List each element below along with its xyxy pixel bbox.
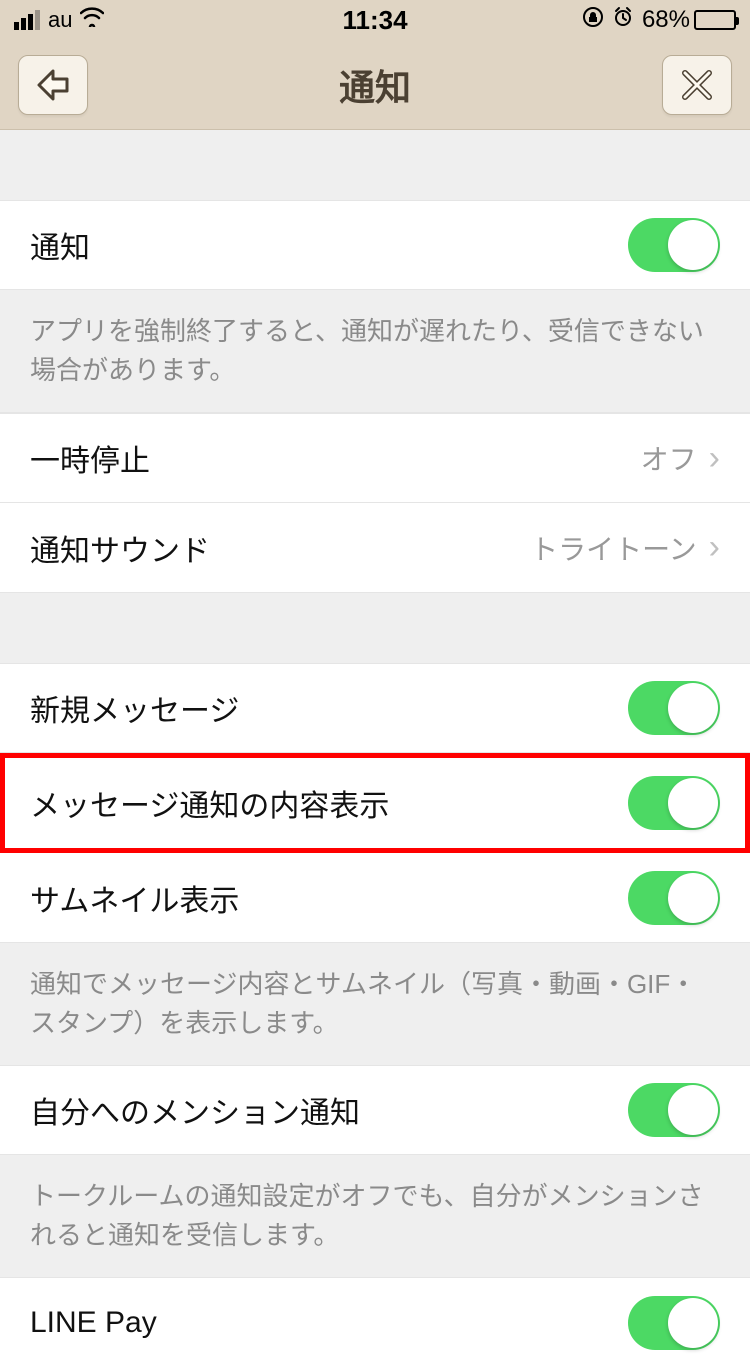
nav-bar: 通知: [0, 40, 750, 130]
toggle-new-message[interactable]: [628, 681, 720, 735]
row-label: 通知サウンド: [30, 526, 210, 570]
battery-percent: 68%: [642, 6, 690, 34]
notifications-footer: アプリを強制終了すると、通知が遅れたり、受信できない場合があります。: [0, 290, 750, 412]
toggle-thumbnail[interactable]: [628, 871, 720, 925]
chevron-right-icon: ›: [709, 528, 720, 567]
row-label: LINE Pay: [30, 1306, 157, 1340]
alarm-icon: [612, 6, 634, 34]
row-label: 新規メッセージ: [30, 686, 239, 730]
orientation-lock-icon: [582, 6, 604, 34]
chevron-right-icon: ›: [709, 439, 720, 478]
wifi-icon: [80, 7, 104, 33]
back-button[interactable]: [18, 55, 88, 115]
mention-footer: トークルームの通知設定がオフでも、自分がメンションされると通知を受信します。: [0, 1155, 750, 1277]
signal-icon: [14, 10, 40, 30]
toggle-content-preview[interactable]: [628, 776, 720, 830]
battery-icon: [694, 10, 736, 30]
row-sound[interactable]: 通知サウンド トライトーン ›: [0, 503, 750, 593]
thumbnail-footer: 通知でメッセージ内容とサムネイル（写真・動画・GIF・スタンプ）を表示します。: [0, 943, 750, 1065]
row-content-preview[interactable]: メッセージ通知の内容表示: [0, 753, 750, 853]
close-icon: [677, 65, 717, 105]
row-new-message[interactable]: 新規メッセージ: [0, 663, 750, 753]
toggle-notifications[interactable]: [628, 218, 720, 272]
row-label: サムネイル表示: [30, 876, 239, 920]
row-label: 一時停止: [30, 436, 150, 480]
row-linepay[interactable]: LINE Pay: [0, 1277, 750, 1367]
row-label: メッセージ通知の内容表示: [30, 781, 389, 825]
carrier-label: au: [48, 7, 72, 33]
section-gap: [0, 130, 750, 200]
toggle-mention[interactable]: [628, 1083, 720, 1137]
status-left: au: [14, 7, 104, 33]
row-pause[interactable]: 一時停止 オフ ›: [0, 413, 750, 503]
status-bar: au 11:34 68%: [0, 0, 750, 40]
row-label: 自分へのメンション通知: [30, 1088, 360, 1132]
row-value: オフ ›: [641, 438, 720, 478]
toggle-linepay[interactable]: [628, 1296, 720, 1350]
settings-list[interactable]: 通知 アプリを強制終了すると、通知が遅れたり、受信できない場合があります。 一時…: [0, 130, 750, 1367]
row-label: 通知: [30, 223, 90, 267]
section-gap: [0, 593, 750, 663]
status-time: 11:34: [342, 5, 407, 36]
row-thumbnail[interactable]: サムネイル表示: [0, 853, 750, 943]
close-button[interactable]: [662, 55, 732, 115]
page-title: 通知: [339, 59, 411, 111]
row-mention[interactable]: 自分へのメンション通知: [0, 1065, 750, 1155]
back-arrow-icon: [33, 65, 73, 105]
row-notifications[interactable]: 通知: [0, 200, 750, 290]
battery-indicator: 68%: [642, 6, 736, 34]
row-value: トライトーン ›: [530, 528, 720, 568]
status-right: 68%: [582, 6, 736, 34]
